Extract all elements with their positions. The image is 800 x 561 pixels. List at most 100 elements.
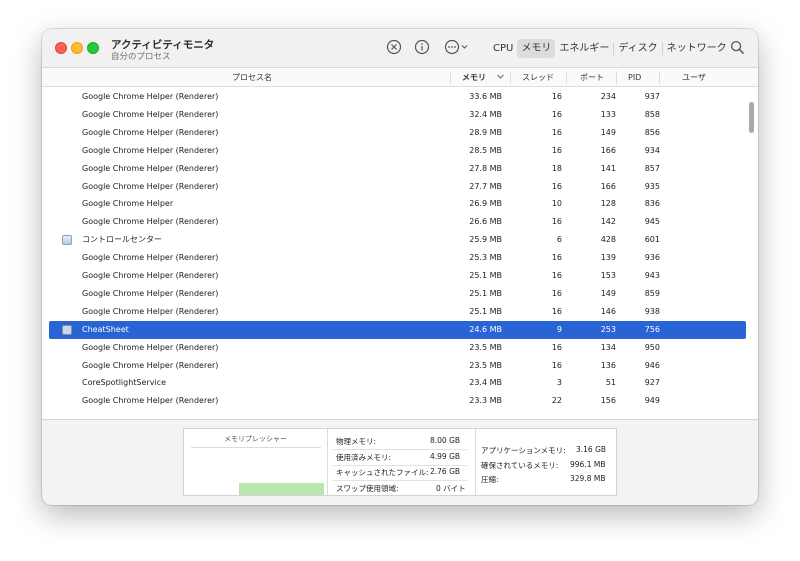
tab-disk[interactable]: ディスク [614, 39, 661, 58]
more-options-icon[interactable] [444, 39, 470, 55]
pid-value: 936 [644, 253, 660, 263]
used-memory-label: 使用済みメモリ: [336, 453, 392, 462]
table-row[interactable]: コントロールセンター 25.9 MB 6 428 601 [49, 231, 746, 249]
view-tabs: CPU メモリ エネルギー ディスク ネットワーク [489, 39, 731, 58]
memory-value: 25.1 MB [469, 288, 502, 298]
table-row[interactable]: Google Chrome Helper (Renderer) 25.1 MB 16… [49, 267, 746, 285]
process-name: Google Chrome Helper (Renderer) [82, 306, 219, 316]
pid-value: 938 [644, 306, 660, 316]
memory-value: 28.5 MB [469, 145, 502, 155]
column-threads[interactable]: スレッド [522, 68, 554, 87]
compressed-value: 329.8 MB [570, 474, 606, 483]
table-row[interactable]: Google Chrome Helper (Renderer) 25.3 MB 16… [49, 249, 746, 267]
column-divider [566, 71, 567, 84]
table-row[interactable]: Google Chrome Helper (Renderer) 26.6 MB 16… [49, 213, 746, 231]
threads-value: 16 [551, 288, 562, 298]
cheatsheet-icon [62, 324, 72, 335]
pid-value: 935 [644, 181, 660, 191]
stat-divider [333, 465, 467, 466]
info-icon[interactable] [414, 39, 430, 55]
column-divider [510, 71, 511, 84]
ports-value: 133 [600, 109, 616, 119]
threads-value: 16 [551, 271, 562, 280]
pid-value: 949 [644, 396, 660, 406]
memory-value: 25.3 MB [469, 253, 502, 263]
minimize-window-button[interactable] [71, 42, 83, 54]
control-center-icon [62, 235, 72, 246]
table-row[interactable]: Google Chrome Helper (Renderer) 27.7 MB 16… [49, 178, 746, 196]
memory-value: 27.7 MB [469, 181, 502, 191]
column-user[interactable]: ユーザ [682, 68, 706, 87]
threads-value: 16 [551, 181, 562, 191]
threads-value: 16 [551, 306, 562, 316]
table-row[interactable]: CheatSheet 24.6 MB 9 253 756 [49, 320, 746, 339]
process-name: Google Chrome Helper (Renderer) [82, 217, 219, 227]
pid-value: 601 [644, 235, 660, 245]
close-window-button[interactable] [55, 42, 67, 54]
memory-value: 24.6 MB [469, 324, 502, 334]
threads-value: 22 [551, 396, 562, 406]
process-name: Google Chrome Helper (Renderer) [82, 288, 219, 298]
pid-value: 943 [644, 271, 660, 280]
threads-value: 16 [551, 253, 562, 263]
pid-value: 857 [644, 163, 660, 173]
table-row[interactable]: Google Chrome Helper (Renderer) 28.9 MB 16… [49, 124, 746, 142]
column-ports[interactable]: ポート [580, 68, 604, 87]
table-row[interactable]: Google Chrome Helper (Renderer) 23.5 MB 16… [49, 357, 746, 375]
ports-value: 166 [600, 181, 616, 191]
stat-divider [333, 480, 467, 481]
column-pid[interactable]: PID [628, 68, 641, 87]
table-row[interactable]: Google Chrome Helper 26.9 MB 10 128 836 [49, 195, 746, 213]
memory-value: 25.1 MB [469, 271, 502, 280]
process-filter-subtitle[interactable]: 自分のプロセス [111, 50, 171, 62]
table-row[interactable]: Google Chrome Helper (Renderer) 25.1 MB 16… [49, 285, 746, 303]
memory-value: 32.4 MB [469, 109, 502, 119]
column-process-name[interactable]: プロセス名 [232, 68, 272, 87]
threads-value: 16 [551, 360, 562, 370]
table-row[interactable]: Google Chrome Helper (Renderer) 23.5 MB 16… [49, 339, 746, 357]
ports-value: 153 [600, 271, 616, 280]
tab-memory[interactable]: メモリ [517, 39, 556, 58]
toolbar: アクティビティモニタ 自分のプロセス CPU メモリ エネルギー ディスク ネッ… [42, 29, 758, 68]
ports-value: 149 [600, 288, 616, 298]
swap-used-label: スワップ使用領域: [336, 484, 399, 493]
process-name: CheatSheet [82, 324, 129, 334]
process-name: コントロールセンター [82, 235, 162, 245]
table-row[interactable]: Google Chrome Helper (Renderer) 23.3 MB 22… [49, 392, 746, 410]
sort-descending-icon [496, 72, 505, 81]
ports-value: 146 [600, 306, 616, 316]
threads-value: 16 [551, 109, 562, 119]
cached-files-value: 2.76 GB [430, 467, 461, 476]
zoom-window-button[interactable] [87, 42, 99, 54]
ports-value: 136 [600, 360, 616, 370]
column-divider [616, 71, 617, 84]
vertical-scrollbar[interactable] [749, 102, 754, 133]
table-row[interactable]: CoreSpotlightService 23.4 MB 3 51 927 [49, 374, 746, 392]
ports-value: 134 [600, 342, 616, 352]
table-row[interactable]: Google Chrome Helper (Renderer) 28.5 MB 16… [49, 142, 746, 160]
tab-cpu[interactable]: CPU [489, 39, 517, 58]
table-row[interactable]: Google Chrome Helper (Renderer) 25.1 MB 16… [49, 303, 746, 321]
threads-value: 9 [556, 324, 562, 334]
stop-process-icon[interactable] [386, 39, 402, 55]
process-name: Google Chrome Helper (Renderer) [82, 396, 219, 406]
table-row[interactable]: Google Chrome Helper (Renderer) 32.4 MB 16… [49, 106, 746, 124]
process-name: Google Chrome Helper (Renderer) [82, 163, 219, 173]
ports-value: 234 [600, 92, 616, 101]
pid-value: 934 [644, 145, 660, 155]
pid-value: 856 [644, 127, 660, 137]
threads-value: 16 [551, 217, 562, 227]
memory-pressure-title: メモリプレッシャー [224, 435, 287, 443]
column-memory[interactable]: メモリ [462, 68, 486, 87]
table-row[interactable]: Google Chrome Helper (Renderer) 33.6 MB 16… [49, 88, 746, 106]
threads-value: 18 [551, 163, 562, 173]
pid-value: 927 [644, 378, 660, 388]
column-divider [450, 71, 451, 84]
table-row[interactable]: Google Chrome Helper (Renderer) 27.8 MB 18… [49, 160, 746, 178]
process-name: CoreSpotlightService [82, 378, 166, 388]
threads-value: 16 [551, 145, 562, 155]
tab-energy[interactable]: エネルギー [555, 39, 613, 58]
tab-network[interactable]: ネットワーク [663, 39, 731, 58]
search-icon[interactable] [730, 40, 745, 55]
memory-summary-area: メモリプレッシャー 物理メモリ: 8.00 GB 使用済みメモリ: 4.99 G… [42, 419, 758, 505]
